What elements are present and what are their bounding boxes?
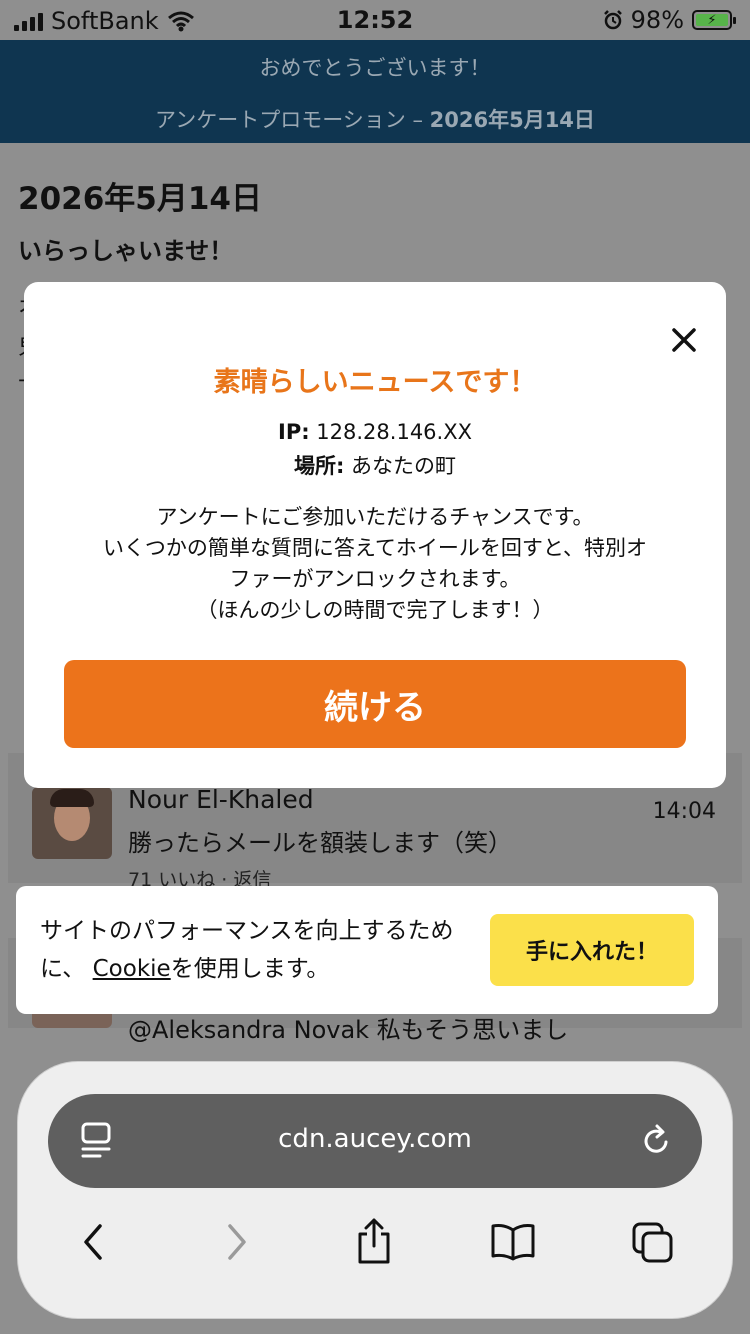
location-value: あなたの町 [351,454,457,478]
continue-button[interactable]: 続ける [64,660,686,748]
header-banner: おめでとうございます！ アンケートプロモーション – 2026年5月14日 [0,40,750,143]
comment-text: 勝ったらメールを額装します（笑） [128,829,512,857]
location-label: 場所: [293,454,345,478]
modal-body: アンケートにご参加いただけるチャンスです。 いくつかの簡単な質問に答えてホイール… [54,502,696,626]
cookie-link[interactable]: Cookie [93,956,171,982]
ip-value: 128.28.146.XX [316,420,472,444]
comment-time: 14:04 [652,799,716,824]
modal-body-line: アンケートにご参加いただけるチャンスです。 [156,505,594,529]
comment-author: Nour El-Khaled [128,785,314,814]
banner-congrats: おめでとうございます！ [259,56,491,80]
battery-percent: 98% [630,6,684,34]
modal-location: 場所: あなたの町 [24,450,726,480]
forward-icon[interactable] [216,1222,256,1262]
page-date: 2026年5月14日 [18,181,262,217]
modal-body-line: （ほんの少しの時間で完了します！） [196,598,554,622]
modal-title: 素晴らしいニュースです！ [213,367,537,398]
banner-subtitle-prefix: アンケートプロモーション – [155,108,430,132]
alarm-icon [603,10,622,30]
modal-ip: IP: 128.28.146.XX [24,420,726,444]
status-bar: SoftBank 12:52 98% ⚡ [0,0,750,40]
bookmarks-icon[interactable] [490,1222,536,1262]
modal-body-line: いくつかの簡単な質問に答えてホイールを回すと、特別オ [102,536,648,560]
address-bar[interactable]: cdn.aucey.com [48,1094,702,1188]
comment-text: @Aleksandra Novak 私もそう思いまし [128,1016,569,1044]
page-greeting: いらっしゃいませ！ [18,237,234,265]
cookie-banner: サイトのパフォーマンスを向上するために、 Cookieを使用します。 手に入れた… [16,886,718,1014]
banner-subtitle: アンケートプロモーション – 2026年5月14日 [0,104,750,134]
browser-toolbar: cdn.aucey.com [18,1062,732,1318]
back-icon[interactable] [74,1222,114,1262]
cookie-text: サイトのパフォーマンスを向上するために、 Cookieを使用します。 [40,912,480,988]
banner-date: 2026年5月14日 [429,108,595,132]
status-right: 98% ⚡ [603,6,736,34]
reload-icon[interactable] [640,1122,674,1160]
survey-modal: 素晴らしいニュースです！ IP: 128.28.146.XX 場所: あなたの町… [24,282,726,788]
ip-label: IP: [278,420,310,444]
cookie-text-after: を使用します。 [170,956,330,982]
accept-cookie-button[interactable]: 手に入れた！ [490,914,694,986]
close-icon[interactable] [666,322,702,358]
share-icon[interactable] [354,1218,394,1264]
tabs-icon[interactable] [632,1222,674,1264]
url-text[interactable]: cdn.aucey.com [48,1124,702,1154]
battery-icon: ⚡ [692,10,736,30]
modal-body-line: ファーがアンロックされます。 [229,567,521,591]
avatar [32,787,112,859]
